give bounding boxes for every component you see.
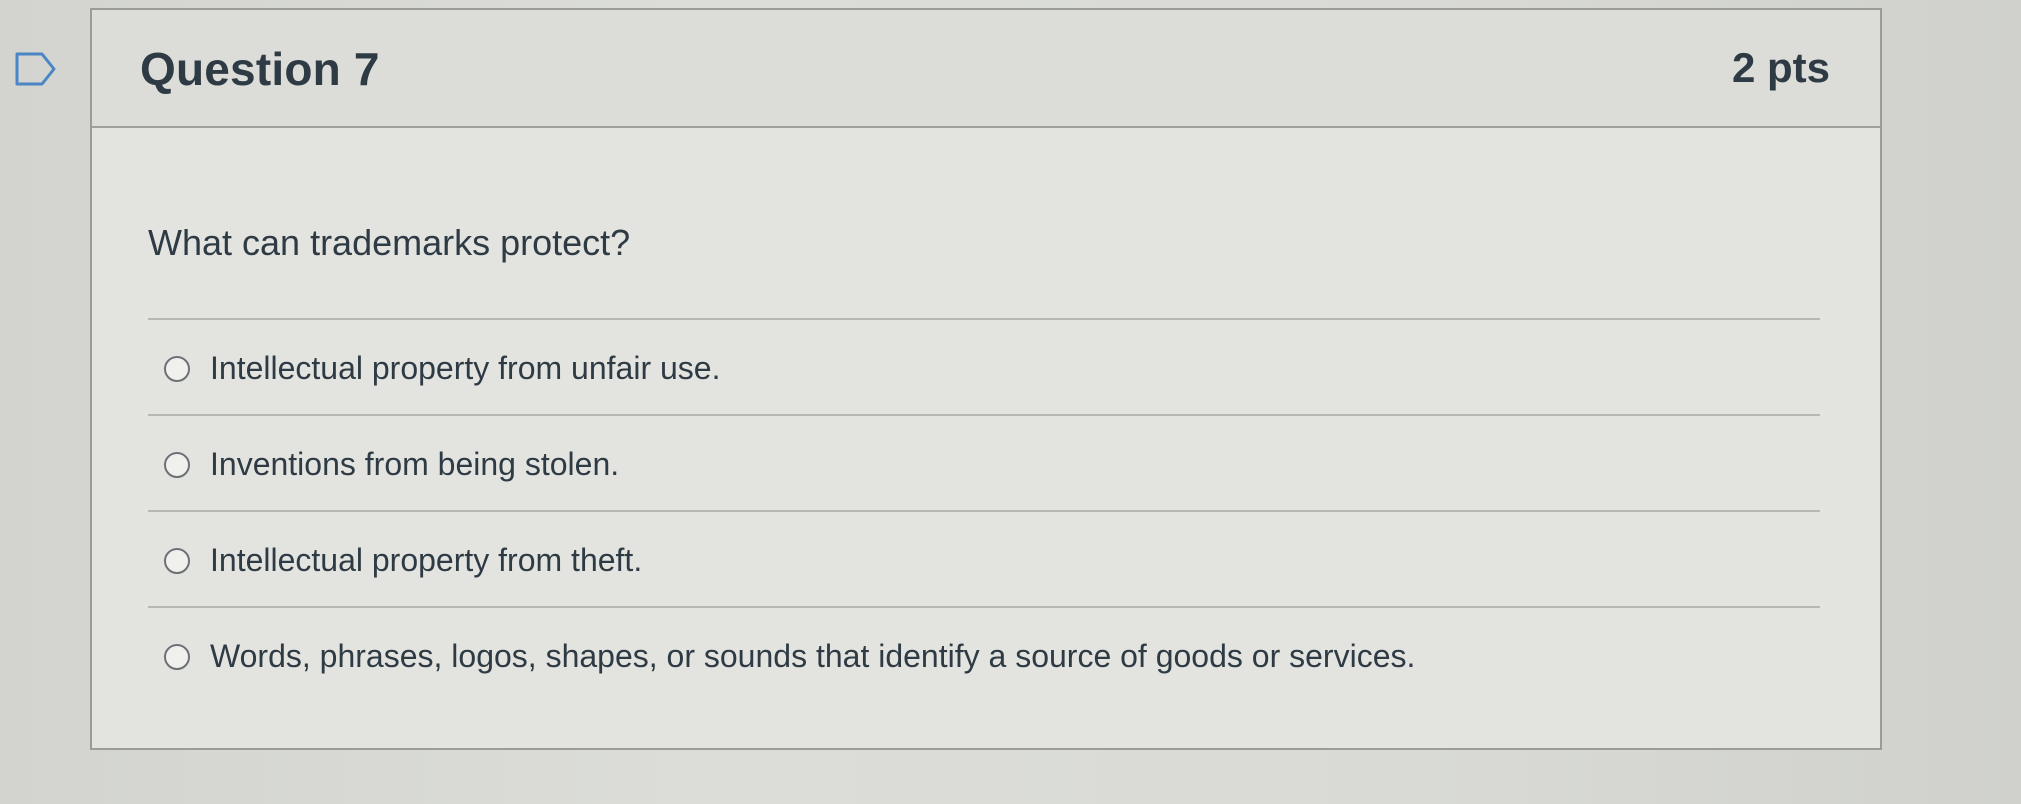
question-prompt: What can trademarks protect?: [148, 222, 631, 263]
radio-button-icon[interactable]: [164, 452, 190, 478]
answer-option-1[interactable]: Intellectual property from unfair use.: [148, 320, 1820, 416]
answer-label[interactable]: Words, phrases, logos, shapes, or sounds…: [210, 638, 1415, 675]
answer-label[interactable]: Intellectual property from theft.: [210, 542, 642, 579]
answer-option-2[interactable]: Inventions from being stolen.: [148, 416, 1820, 512]
quiz-page: Question 7 2 pts What can trademarks pro…: [0, 0, 2021, 804]
question-points: 2 pts: [1731, 44, 1830, 91]
answer-label[interactable]: Inventions from being stolen.: [210, 446, 619, 483]
question-card: Question 7 2 pts What can trademarks pro…: [90, 8, 1882, 750]
radio-button-icon[interactable]: [164, 548, 190, 574]
question-header: Question 7 2 pts: [92, 10, 1880, 128]
answer-option-3[interactable]: Intellectual property from theft.: [148, 512, 1820, 608]
question-title: Question 7: [140, 43, 380, 95]
answer-option-4[interactable]: Words, phrases, logos, shapes, or sounds…: [148, 608, 1820, 704]
flag-question-button[interactable]: [14, 50, 58, 88]
answer-list: Intellectual property from unfair use. I…: [148, 318, 1820, 704]
radio-button-icon[interactable]: [164, 356, 190, 382]
question-body: What can trademarks protect? Intellectua…: [92, 128, 1880, 748]
radio-button-icon[interactable]: [164, 644, 190, 670]
flag-outline-icon: [15, 52, 56, 86]
answer-label[interactable]: Intellectual property from unfair use.: [210, 350, 720, 387]
